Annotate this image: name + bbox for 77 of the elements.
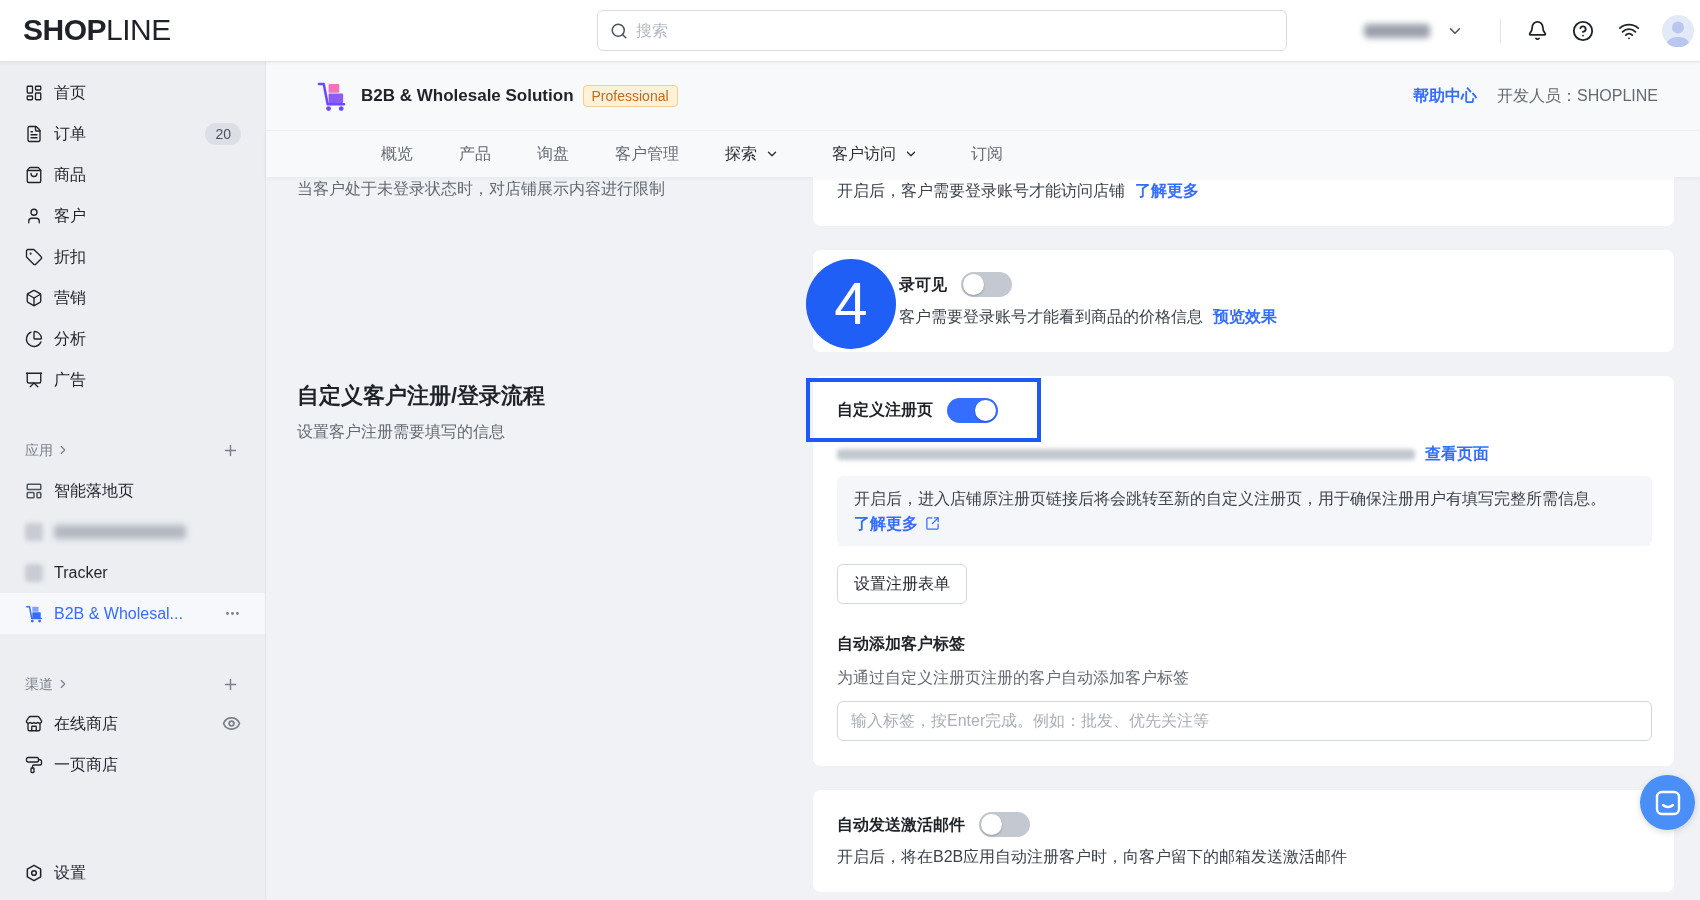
app-title: B2B & Wholesale Solution [361, 85, 574, 108]
tag-icon [25, 247, 43, 266]
setting-label: 自动发送激活邮件 [837, 814, 965, 835]
external-link-icon [925, 516, 940, 531]
sidebar-item[interactable]: 订单 20 [0, 113, 265, 154]
help-center-link[interactable]: 帮助中心 [1413, 84, 1478, 108]
section-header-link[interactable]: 渠道 [25, 673, 70, 695]
sidebar-item[interactable]: 营销 [0, 277, 265, 318]
search-field[interactable]: 搜索 [597, 10, 1287, 51]
nav-tab[interactable]: 客户访问 [809, 131, 948, 177]
setting-description: 开启后，将在B2B应用自动注册客户时，向客户留下的邮箱发送激活邮件 [837, 847, 1348, 867]
chat-icon [1654, 789, 1681, 816]
blurred-icon [25, 563, 43, 582]
nav-tab[interactable]: 探索 [702, 131, 809, 177]
eye-icon[interactable] [222, 714, 241, 733]
count-badge: 20 [205, 122, 241, 145]
toggle-switch[interactable] [961, 272, 1012, 297]
sidebar-item[interactable]: 首页 [0, 72, 265, 113]
tag-input[interactable]: 输入标签，按Enter完成。例如：批发、优先关注等 [837, 701, 1652, 741]
sidebar-item[interactable]: 一页商店 [0, 744, 265, 785]
nav-tab[interactable]: 客户管理 [592, 131, 702, 177]
nav-tab[interactable]: 订阅 [948, 131, 1026, 177]
presentation-board-icon [25, 370, 43, 389]
section-title: 自定义客户注册/登录流程 [297, 382, 547, 410]
sidebar-item[interactable]: B2B & Wholesal... [0, 593, 265, 634]
sidebar-item[interactable]: 商品 [0, 154, 265, 195]
pie-chart-icon [25, 329, 43, 348]
shopping-bag-icon [25, 165, 43, 184]
dashboard-icon [25, 83, 43, 102]
sidebar-item[interactable]: 折扣 [0, 236, 265, 277]
blurred-text [1364, 23, 1430, 38]
plan-badge: Professional [582, 85, 678, 107]
setting-description: 开启后，客户需要登录账号才能访问店铺 [837, 181, 1125, 201]
sidebar-item[interactable]: 客户 [0, 195, 265, 236]
search-icon [610, 21, 628, 40]
text-link[interactable]: 预览效果 [1213, 306, 1277, 328]
person-icon [25, 206, 43, 225]
view-page-link[interactable]: 查看页面 [1425, 442, 1489, 466]
nav-tab[interactable]: 询盘 [514, 131, 592, 177]
toggle-switch[interactable] [947, 397, 998, 423]
logo[interactable]: SHOPLINE [23, 12, 171, 46]
nav-tab[interactable]: 产品 [436, 131, 514, 177]
blurred-icon [25, 522, 43, 541]
field-title: 自动添加客户标签 [837, 634, 966, 654]
setup-form-button[interactable]: 设置注册表单 [837, 564, 967, 604]
bell-icon[interactable] [1527, 20, 1548, 41]
sidebar-item[interactable]: Tracker [0, 552, 265, 593]
developer-info: 开发人员：SHOPLINE [1497, 86, 1658, 106]
field-description: 为通过自定义注册页注册的客户自动添加客户标签 [837, 668, 1190, 688]
setting-label: 自定义注册页 [837, 400, 933, 420]
hand-truck-icon [25, 604, 43, 623]
sidebar-item[interactable]: 分析 [0, 318, 265, 359]
hand-truck-icon [316, 80, 347, 112]
sidebar-item[interactable]: 设置 [0, 852, 265, 893]
search-input[interactable]: 搜索 [636, 18, 1278, 43]
chat-button[interactable] [1640, 775, 1695, 830]
notice-text: 开启后，进入店铺原注册页链接后将会跳转至新的自定义注册页，用于确保注册用户有填写完整所需信息。 [854, 489, 1607, 509]
setting-description: 客户需要登录账号才能看到商品的价格信息 [899, 307, 1203, 327]
document-icon [25, 124, 43, 143]
store-icon [25, 714, 43, 733]
settings-icon [25, 863, 43, 882]
setting-label: 录可见 [899, 274, 947, 295]
sidebar-item[interactable]: 智能落地页 [0, 470, 265, 511]
nav-tab[interactable]: 概览 [358, 131, 436, 177]
page-layout-icon [25, 481, 43, 500]
toggle-switch[interactable] [979, 812, 1030, 837]
section-description: 设置客户注册需要填写的信息 [297, 422, 506, 442]
learn-more-link[interactable]: 了解更多 [854, 511, 940, 536]
cube-icon [25, 288, 43, 307]
step-number-marker: 4 [806, 259, 896, 349]
sidebar-item[interactable]: 广告 [0, 359, 265, 400]
section-description: 当客户处于未登录状态时，对店铺展示内容进行限制 [297, 179, 666, 199]
sidebar-item[interactable]: 在线商店 [0, 703, 265, 744]
paint-roller-icon [25, 755, 43, 774]
section-header-link[interactable]: 应用 [25, 439, 70, 461]
help-icon[interactable] [1572, 19, 1594, 42]
text-link[interactable]: 了解更多 [1135, 180, 1199, 202]
